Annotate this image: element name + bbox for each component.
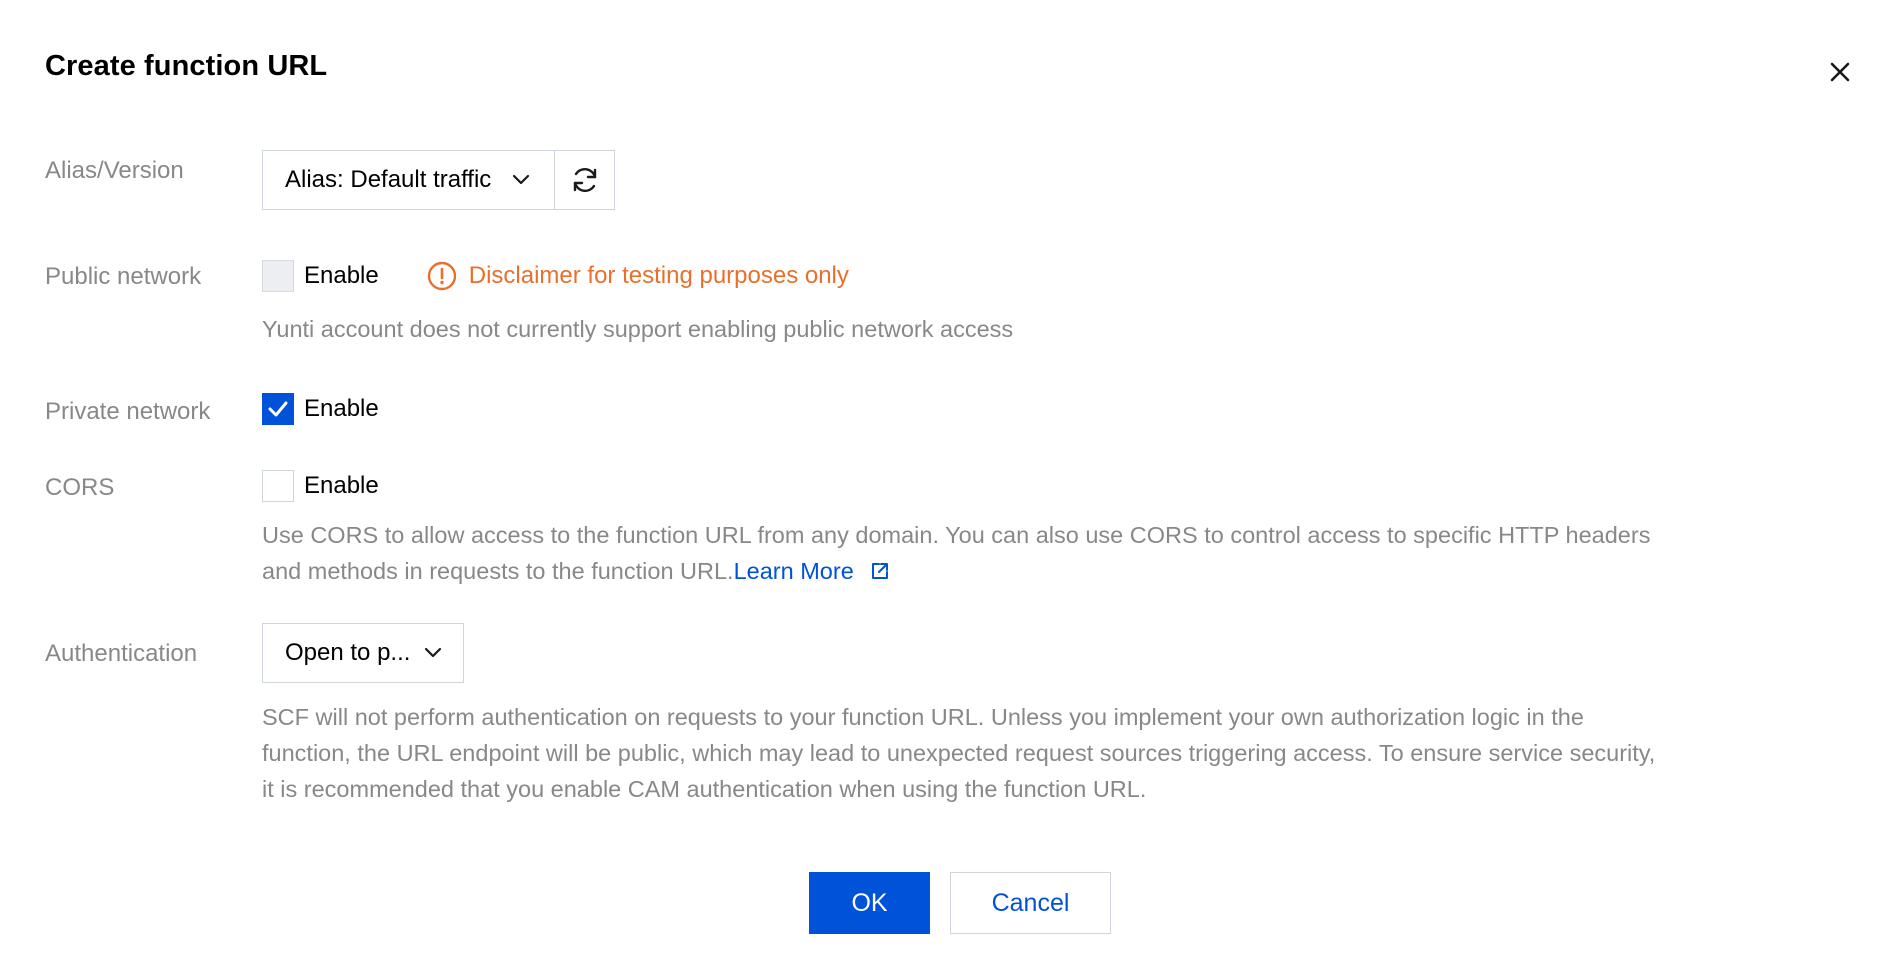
chevron-down-icon	[423, 643, 443, 663]
alias-version-select[interactable]: Alias: Default traffic	[262, 150, 555, 210]
close-icon	[1830, 62, 1850, 82]
public-network-row: Enable Disclaimer for testing purposes o…	[262, 260, 849, 292]
alias-version-label: Alias/Version	[45, 157, 184, 184]
cors-help-line2-wrap: and methods in requests to the function …	[262, 553, 1822, 589]
cors-label: CORS	[45, 474, 115, 501]
disclaimer-text: Disclaimer for testing purposes only	[468, 262, 849, 289]
authentication-label: Authentication	[45, 640, 198, 667]
public-network-label: Public network	[45, 263, 202, 290]
ok-button[interactable]: OK	[809, 872, 930, 934]
exclamation-circle-icon	[427, 261, 456, 291]
cors-help: Use CORS to allow access to the function…	[262, 517, 1822, 589]
public-network-checkbox[interactable]	[262, 260, 294, 292]
authentication-help-line2: function, the URL endpoint will be publi…	[262, 740, 1656, 766]
cors-help-line2: and methods in requests to the function …	[262, 558, 734, 584]
cors-checkbox[interactable]	[262, 470, 294, 502]
authentication-help-line1: SCF will not perform authentication on r…	[262, 704, 1584, 730]
public-network-enable-label: Enable	[304, 262, 379, 289]
alias-version-value: Alias: Default traffic	[285, 166, 492, 193]
private-network-row: Enable	[262, 393, 379, 425]
authentication-help-line3: it is recommended that you enable CAM au…	[262, 776, 1147, 802]
disclaimer-warning: Disclaimer for testing purposes only	[427, 261, 849, 291]
chevron-down-icon	[511, 170, 531, 190]
authentication-control: Open to p...	[262, 623, 464, 683]
close-button[interactable]	[1826, 58, 1854, 86]
private-network-enable-label: Enable	[304, 395, 379, 422]
refresh-icon	[573, 167, 596, 193]
checkmark-icon	[268, 401, 288, 417]
authentication-value: Open to p...	[285, 639, 411, 666]
cors-help-line1: Use CORS to allow access to the function…	[262, 522, 1651, 548]
learn-more-link[interactable]: Learn More	[734, 558, 854, 584]
authentication-select[interactable]: Open to p...	[262, 623, 464, 683]
public-network-help: Yunti account does not currently support…	[262, 316, 1014, 342]
alias-version-control: Alias: Default traffic	[262, 150, 615, 210]
dialog-title: Create function URL	[45, 50, 328, 82]
cancel-button[interactable]: Cancel	[950, 872, 1111, 934]
authentication-help: SCF will not perform authentication on r…	[262, 699, 1842, 807]
cors-enable-label: Enable	[304, 472, 379, 499]
private-network-label: Private network	[45, 398, 211, 425]
create-function-url-dialog: Create function URL Alias/Version Alias:…	[0, 0, 1886, 962]
refresh-button[interactable]	[555, 150, 615, 210]
cors-row: Enable	[262, 470, 379, 502]
external-link-icon[interactable]	[870, 561, 890, 581]
private-network-checkbox[interactable]	[262, 393, 294, 425]
